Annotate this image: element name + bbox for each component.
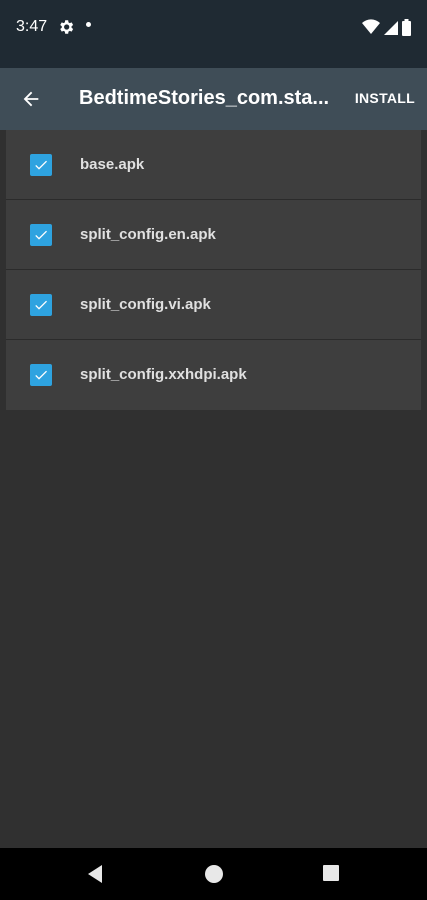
list-item[interactable]: split_config.vi.apk	[6, 270, 421, 340]
status-bar: 3:47	[0, 0, 427, 68]
file-name: base.apk	[80, 156, 145, 173]
system-nav-bar	[0, 848, 427, 900]
page-title: BedtimeStories_com.sta...	[79, 87, 330, 109]
file-name: split_config.en.apk	[80, 226, 216, 243]
checkbox-checked-icon[interactable]	[30, 224, 52, 246]
status-icons	[362, 17, 411, 37]
checkbox-checked-icon[interactable]	[30, 364, 52, 386]
file-name: split_config.vi.apk	[80, 296, 211, 313]
apk-file-list: base.apk split_config.en.apk split_confi…	[6, 130, 421, 410]
list-item[interactable]: split_config.xxhdpi.apk	[6, 340, 421, 410]
checkbox-checked-icon[interactable]	[30, 154, 52, 176]
gear-icon	[57, 18, 75, 36]
list-item[interactable]: split_config.en.apk	[6, 200, 421, 270]
status-time: 3:47	[16, 18, 48, 35]
checkbox-checked-icon[interactable]	[30, 294, 52, 316]
nav-recents-icon[interactable]	[323, 865, 339, 881]
battery-icon	[402, 18, 411, 36]
wifi-icon	[362, 19, 380, 34]
file-name: split_config.xxhdpi.apk	[80, 366, 247, 383]
arrow-left-icon[interactable]	[14, 82, 48, 116]
notification-dot-icon	[86, 22, 91, 27]
nav-back-icon[interactable]	[86, 864, 104, 889]
signal-icon	[384, 21, 398, 35]
nav-home-icon[interactable]	[205, 865, 223, 883]
app-toolbar: BedtimeStories_com.sta... INSTALL	[0, 68, 427, 130]
list-item[interactable]: base.apk	[6, 130, 421, 200]
install-button[interactable]: INSTALL	[355, 90, 415, 106]
